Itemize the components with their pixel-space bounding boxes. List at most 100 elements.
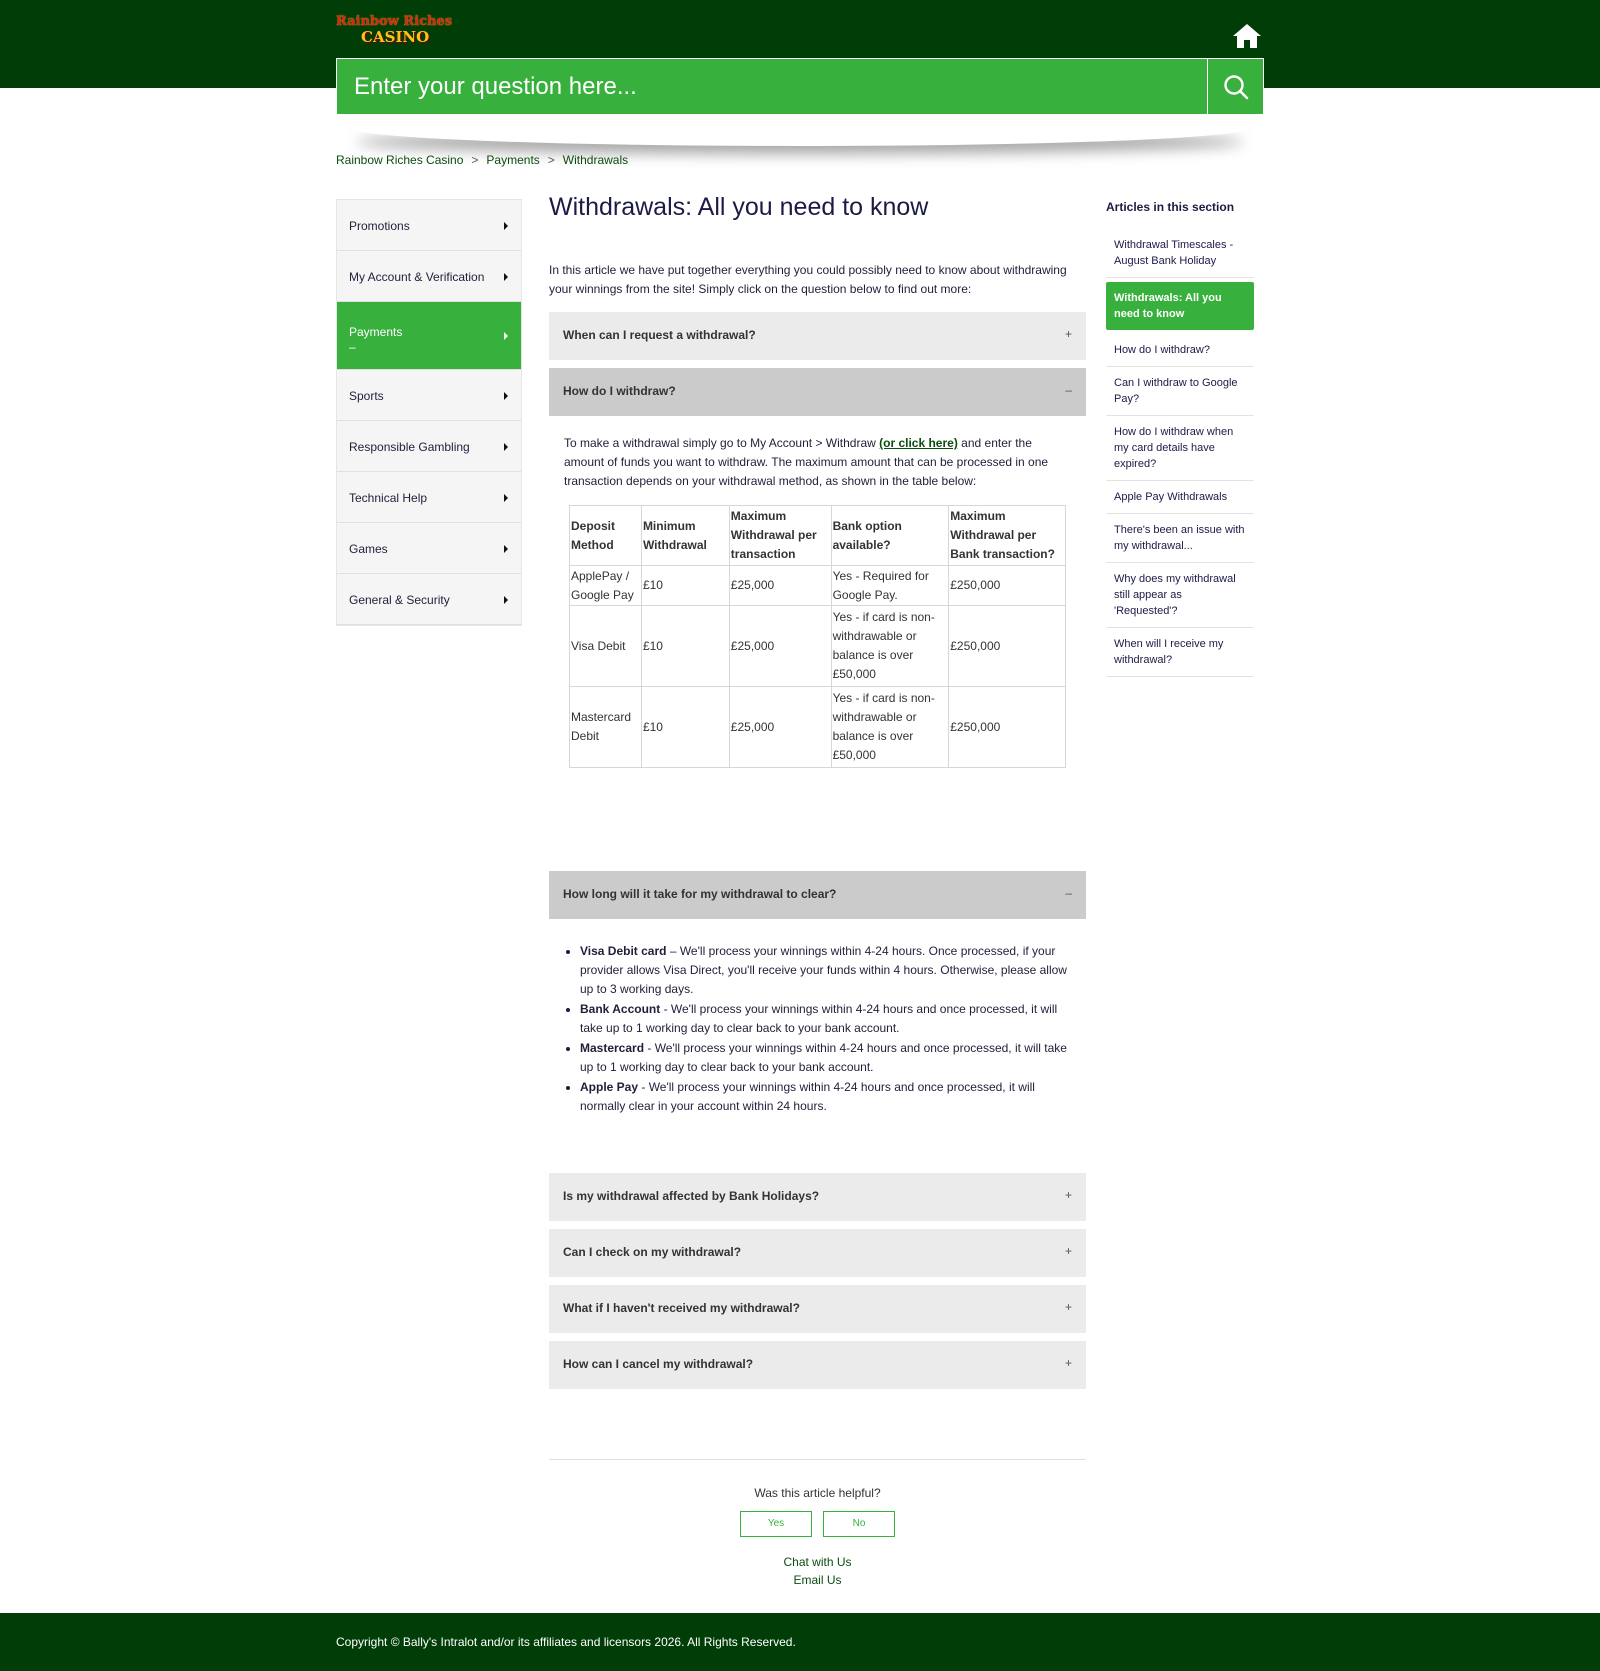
accordion-not-received[interactable]: What if I haven't received my withdrawal… [549, 1285, 1086, 1333]
sidebar-item-games[interactable]: Games [337, 523, 521, 574]
list-item: Mastercard - We'll process your winnings… [580, 1039, 1080, 1077]
method-name: Mastercard [580, 1041, 645, 1055]
caret-right-icon [504, 273, 508, 281]
logo-text-top: Rainbow Riches [336, 14, 453, 29]
caret-right-icon [504, 545, 508, 553]
sidebar-item-label: Promotions [349, 219, 410, 233]
sidebar-item-sub: – [349, 340, 356, 354]
list-item: Bank Account - We'll process your winnin… [580, 1000, 1080, 1038]
accordion-cancel-withdrawal[interactable]: How can I cancel my withdrawal? + [549, 1341, 1086, 1389]
table-cell: £25,000 [728, 686, 832, 768]
helpful-yes-button[interactable]: Yes [740, 1511, 812, 1537]
accordion-how-do-i-withdraw[interactable]: How do I withdraw? – [549, 368, 1086, 416]
helpful-question: Was this article helpful? [754, 1486, 881, 1500]
site-footer: Copyright © Bally's Intralot and/or its … [0, 1613, 1600, 1671]
method-text: - We'll process your winnings within 4-2… [580, 1041, 1067, 1074]
accordion-question: How do I withdraw? [563, 384, 676, 398]
table-cell: £10 [640, 605, 730, 687]
accordion-question: When can I request a withdrawal? [563, 328, 756, 342]
sidebar-item-payments[interactable]: Payments – [337, 302, 521, 370]
table-cell: Visa Debit [569, 605, 642, 687]
article-link[interactable]: Why does my withdrawal still appear as '… [1106, 563, 1254, 628]
caret-right-icon [504, 392, 508, 400]
breadcrumb-separator: > [471, 153, 479, 167]
sidebar-item-promotions[interactable]: Promotions [337, 200, 521, 251]
withdraw-text-pre: To make a withdrawal simply go to My Acc… [564, 436, 880, 450]
article-link[interactable]: There's been an issue with my withdrawal… [1106, 514, 1254, 563]
minus-icon: – [1065, 886, 1072, 900]
column-header: Bank option available? [830, 505, 950, 566]
accordion-how-long-to-clear[interactable]: How long will it take for my withdrawal … [549, 871, 1086, 919]
article-link[interactable]: When will I receive my withdrawal? [1106, 628, 1254, 677]
accordion-question: Can I check on my withdrawal? [563, 1245, 742, 1259]
search-button[interactable] [1207, 59, 1263, 114]
list-item: Apple Pay - We'll process your winnings … [580, 1078, 1080, 1116]
caret-right-icon [504, 494, 508, 502]
accordion-check-withdrawal[interactable]: Can I check on my withdrawal? + [549, 1229, 1086, 1277]
article-link[interactable]: Can I withdraw to Google Pay? [1106, 367, 1254, 416]
page-title: Withdrawals: All you need to know [549, 193, 929, 221]
caret-right-icon [504, 596, 508, 604]
article-link-active[interactable]: Withdrawals: All you need to know [1106, 282, 1254, 330]
casino-logo[interactable]: Rainbow Riches CASINO [336, 14, 460, 50]
sidebar-item-sports[interactable]: Sports [337, 370, 521, 421]
click-here-link[interactable]: (or click here) [879, 436, 958, 450]
sidebar-item-responsible-gambling[interactable]: Responsible Gambling [337, 421, 521, 472]
table-cell: £25,000 [728, 565, 832, 606]
plus-icon: + [1064, 1300, 1072, 1314]
table-cell: Yes - if card is non-withdrawable or bal… [830, 686, 950, 768]
breadcrumb: Rainbow Riches Casino > Payments > Withdrawa… [336, 153, 628, 167]
article-link[interactable]: How do I withdraw? [1106, 334, 1254, 367]
table-cell: £10 [640, 686, 730, 768]
breadcrumb-separator: > [547, 153, 555, 167]
sidebar-item-label: Games [349, 542, 388, 556]
sidebar-item-label: Technical Help [349, 491, 428, 505]
accordion-when-can-i-request[interactable]: When can I request a withdrawal? + [549, 312, 1086, 360]
table-cell: Mastercard Debit [569, 686, 642, 768]
accordion-question: Is my withdrawal affected by Bank Holida… [563, 1189, 820, 1203]
clearing-times-list: Visa Debit card – We'll process your win… [580, 942, 1080, 1117]
minus-icon: – [1065, 383, 1072, 397]
search-shadow [350, 110, 1250, 146]
article-link[interactable]: Apple Pay Withdrawals [1106, 481, 1254, 514]
method-text: - We'll process your winnings within 4-2… [580, 1080, 1035, 1113]
caret-right-icon [504, 443, 508, 451]
accordion-bank-holidays[interactable]: Is my withdrawal affected by Bank Holida… [549, 1173, 1086, 1221]
table-row: Mastercard Debit £10 £25,000 Yes - if ca… [569, 686, 1066, 768]
sidebar-item-my-account[interactable]: My Account & Verification [337, 251, 521, 302]
breadcrumb-link-home[interactable]: Rainbow Riches Casino [336, 153, 463, 167]
plus-icon: + [1064, 1244, 1072, 1258]
sidebar-item-technical-help[interactable]: Technical Help [337, 472, 521, 523]
column-header: Maximum Withdrawal per Bank transaction? [948, 505, 1066, 566]
accordion-question: How can I cancel my withdrawal? [563, 1357, 754, 1371]
column-header: Maximum Withdrawal per transaction [728, 505, 832, 566]
plus-icon: + [1064, 1188, 1072, 1202]
table-row: ApplePay / Google Pay £10 £25,000 Yes - … [569, 565, 1066, 606]
search-bar [336, 58, 1264, 115]
article-intro: In this article we have put together eve… [549, 263, 1067, 296]
accordion-question: What if I haven't received my withdrawal… [563, 1301, 800, 1315]
search-input[interactable] [337, 59, 1207, 114]
sidebar-item-label: Sports [349, 389, 384, 403]
method-name: Visa Debit card [580, 944, 667, 958]
table-cell: £25,000 [728, 605, 832, 687]
caret-right-icon [504, 332, 508, 340]
breadcrumb-link-withdrawals[interactable]: Withdrawals [563, 153, 628, 167]
logo-text-bottom: CASINO [361, 28, 430, 46]
column-header: Minimum Withdrawal [640, 505, 730, 566]
table-header-row: Deposit Method Minimum Withdrawal Maximu… [569, 505, 1066, 566]
list-item: Visa Debit card – We'll process your win… [580, 942, 1080, 999]
article-link[interactable]: Withdrawal Timescales - August Bank Holi… [1106, 229, 1254, 278]
home-icon[interactable] [1232, 22, 1262, 50]
chat-with-us-link[interactable]: Chat with Us [549, 1555, 1086, 1569]
breadcrumb-link-payments[interactable]: Payments [486, 153, 539, 167]
table-cell: ApplePay / Google Pay [569, 565, 642, 606]
sidebar-item-general-security[interactable]: General & Security [337, 574, 521, 625]
email-us-link[interactable]: Email Us [549, 1573, 1086, 1587]
helpful-no-button[interactable]: No [823, 1511, 895, 1537]
article-link[interactable]: How do I withdraw when my card details h… [1106, 416, 1254, 481]
caret-right-icon [504, 222, 508, 230]
method-name: Apple Pay [580, 1080, 639, 1094]
sidebar-item-label: My Account & Verification [349, 270, 485, 284]
table-cell: Yes - if card is non-withdrawable or bal… [830, 605, 950, 687]
